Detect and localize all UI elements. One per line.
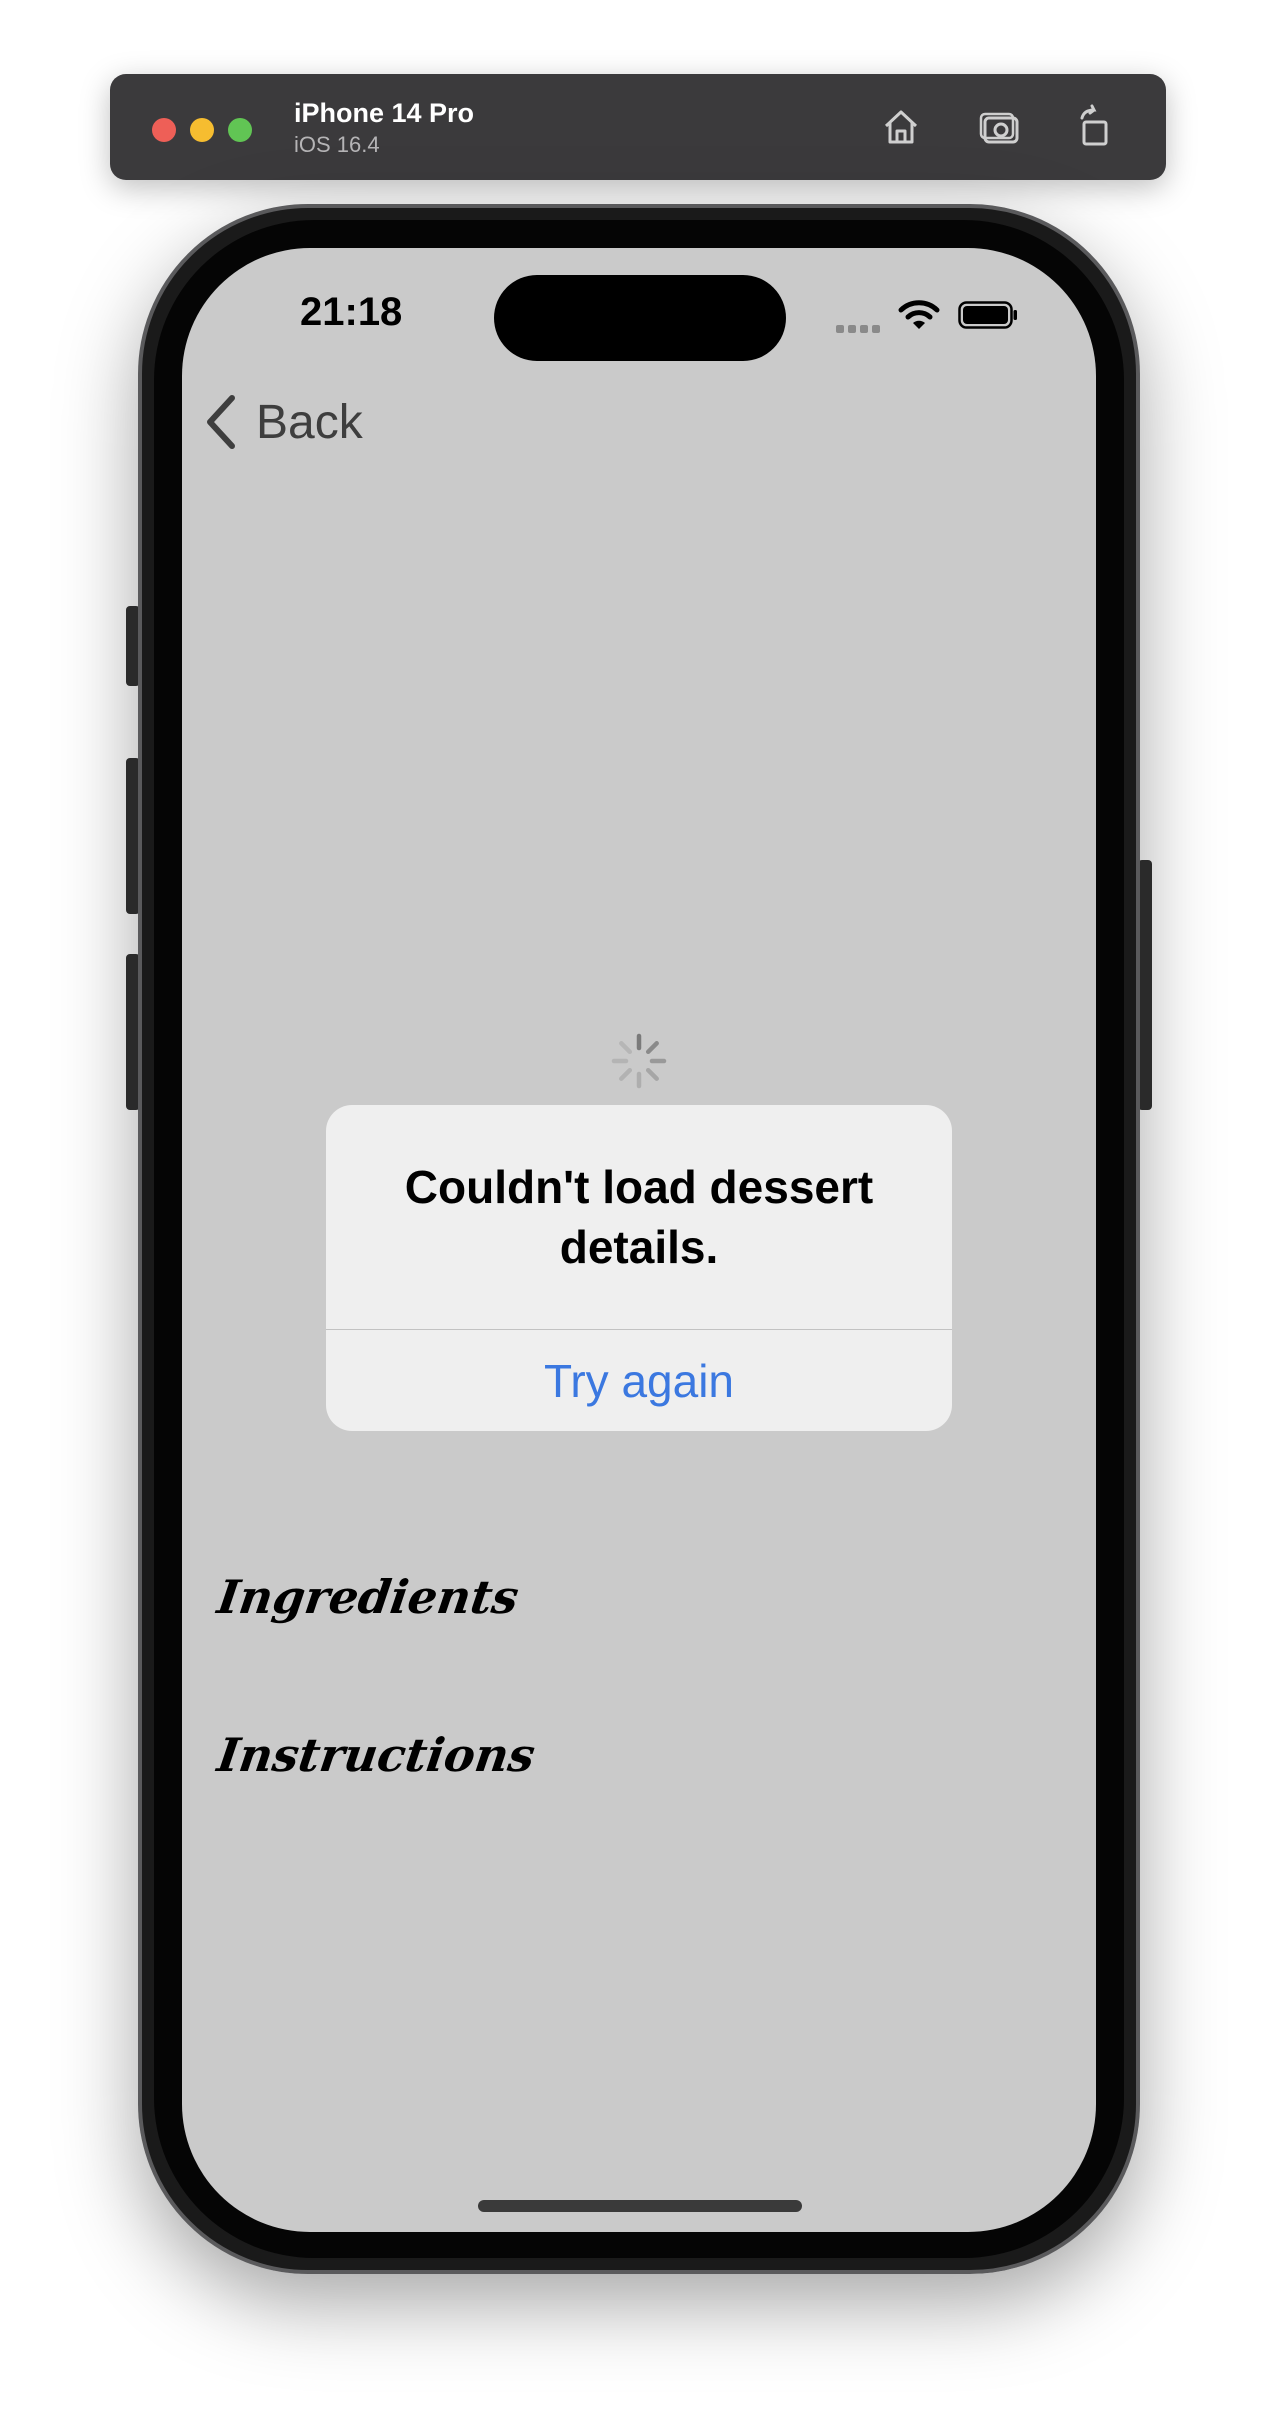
error-alert: Couldn't load dessert details. Try again: [326, 1105, 952, 1431]
chevron-left-icon: [207, 395, 235, 449]
wifi-icon: [898, 300, 940, 329]
instructions-heading: Instructions: [214, 1728, 539, 1782]
home-icon[interactable]: [876, 102, 926, 152]
device-name: iPhone 14 Pro: [294, 98, 475, 128]
power-button: [1138, 860, 1152, 1110]
home-indicator[interactable]: [478, 2200, 802, 2212]
status-time: 21:18: [300, 290, 403, 334]
close-window-button[interactable]: [152, 118, 176, 142]
back-button[interactable]: Back: [202, 390, 363, 454]
loading-spinner-icon: [611, 1033, 667, 1089]
screenshot-icon[interactable]: [976, 102, 1026, 152]
minimize-window-button[interactable]: [190, 118, 214, 142]
try-again-button[interactable]: Try again: [326, 1330, 952, 1431]
dynamic-island: [494, 275, 786, 361]
ingredients-heading: Ingredients: [214, 1570, 522, 1624]
zoom-window-button[interactable]: [228, 118, 252, 142]
cellular-signal-icon: [836, 320, 884, 338]
phone-screen: 21:18 Back Couldn't load dessert details…: [182, 248, 1096, 2232]
back-label: Back: [256, 395, 363, 449]
alert-title: Couldn't load dessert details.: [404, 1161, 874, 1273]
rotate-icon[interactable]: [1070, 102, 1120, 152]
os-version: iOS 16.4: [294, 132, 380, 157]
battery-icon: [958, 301, 1017, 329]
simulator-title-bar: iPhone 14 Pro iOS 16.4: [110, 74, 1166, 180]
